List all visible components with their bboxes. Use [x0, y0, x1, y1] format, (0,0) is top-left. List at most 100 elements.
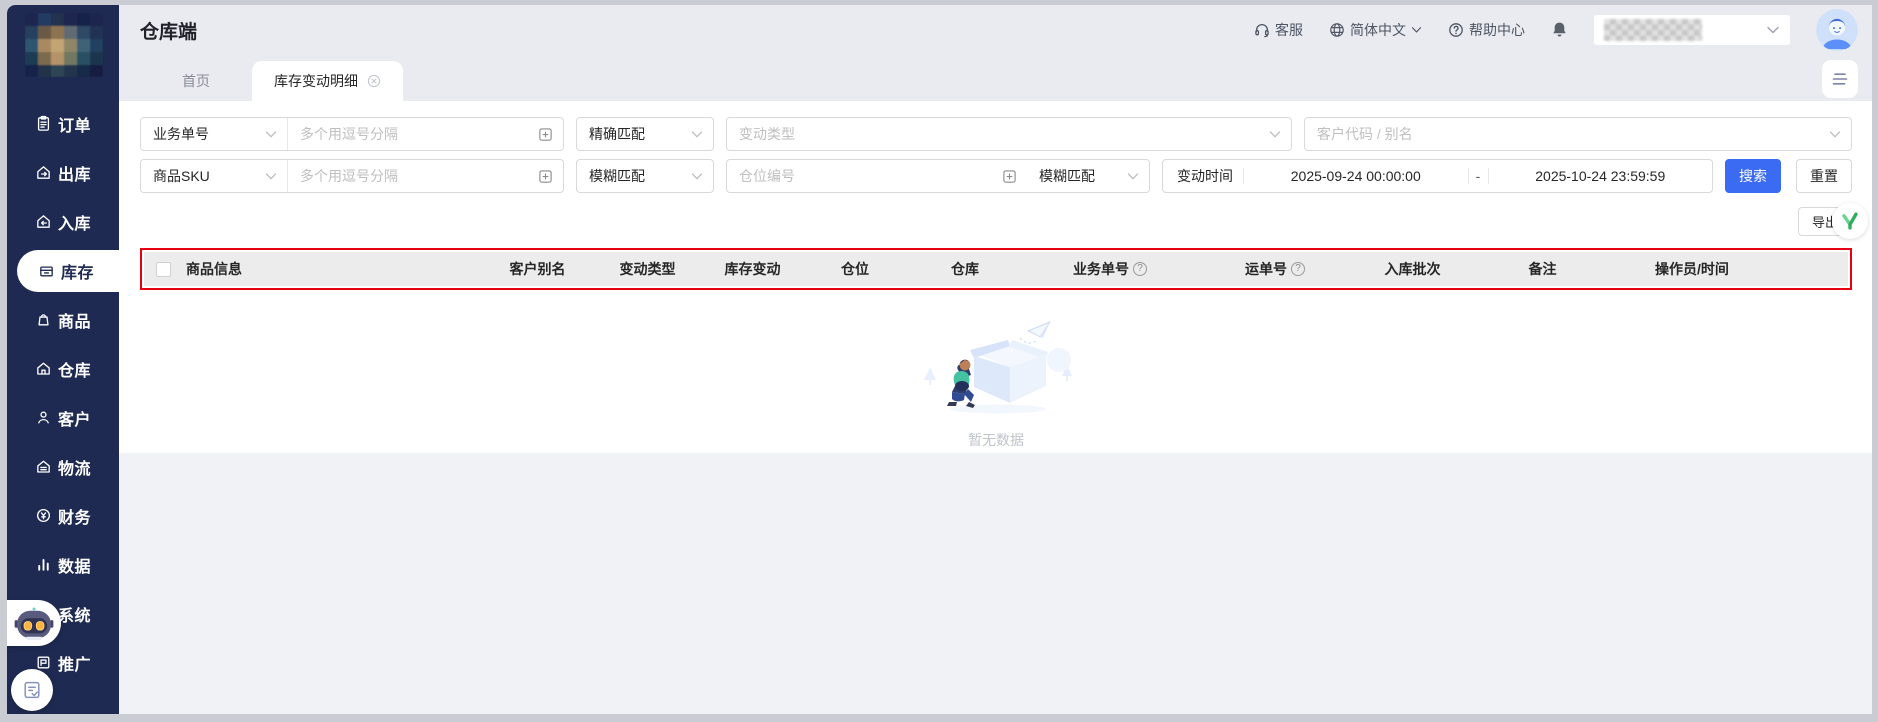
question-circle-icon — [1448, 22, 1464, 38]
match-mode-select-2[interactable]: 模糊匹配 — [576, 159, 714, 193]
outbound-icon — [35, 164, 52, 181]
language-switcher[interactable]: 简体中文 — [1329, 20, 1422, 40]
sidebar-item-label: 系统 — [58, 602, 91, 626]
column-product-info[interactable]: 商品信息 — [184, 259, 480, 279]
chevron-down-icon — [1411, 26, 1422, 34]
column-remark[interactable]: 备注 — [1470, 259, 1615, 279]
customer-code-select[interactable]: 客户代码 / 别名 — [1304, 117, 1852, 151]
sidebar-item-inventory[interactable]: 库存 — [17, 250, 119, 292]
sidebar-item-finance[interactable]: 财务 — [7, 491, 119, 540]
help-icon[interactable] — [1133, 262, 1147, 276]
column-operator-time[interactable]: 操作员/时间 — [1615, 259, 1848, 279]
globe-icon — [1329, 22, 1345, 38]
match-mode-select-1[interactable]: 精确匹配 — [576, 117, 714, 151]
sidebar-item-products[interactable]: 商品 — [7, 295, 119, 344]
page-title: 仓库端 — [140, 17, 197, 44]
sidebar-item-data[interactable]: 数据 — [7, 540, 119, 589]
batch-input-icon[interactable] — [1002, 169, 1017, 184]
notifications-button[interactable] — [1551, 21, 1568, 39]
content-card: 业务单号 精确匹配 变动类型 客户代码 / — [119, 101, 1872, 453]
customer-service-label: 客服 — [1275, 20, 1303, 40]
help-center-link[interactable]: 帮助中心 — [1448, 20, 1525, 40]
match-mode-value: 精确匹配 — [589, 124, 645, 144]
user-avatar[interactable] — [1816, 9, 1858, 51]
sidebar-item-label: 订单 — [58, 112, 91, 136]
change-type-select[interactable]: 变动类型 — [726, 117, 1292, 151]
tab-list-button[interactable] — [1822, 60, 1858, 98]
field1-input[interactable] — [300, 126, 530, 142]
bell-icon — [1551, 21, 1568, 39]
main-area: 仓库端 客服 简体中文 帮助中心 — [119, 5, 1872, 714]
tab-menu-icon — [1831, 72, 1849, 86]
sidebar-item-label: 仓库 — [58, 357, 91, 381]
match-mode-select-3[interactable]: 模糊匹配 — [1027, 160, 1149, 192]
sidebar-item-logistics[interactable]: 物流 — [7, 442, 119, 491]
field2-type-value: 商品SKU — [153, 166, 210, 186]
field2-input-wrap — [287, 160, 563, 192]
customer-code-placeholder: 客户代码 / 别名 — [1317, 124, 1413, 144]
data-icon — [35, 556, 52, 573]
bin-filter-group: 模糊匹配 — [726, 159, 1150, 193]
field1-type-select[interactable]: 业务单号 — [141, 118, 287, 150]
column-bin[interactable]: 仓位 — [805, 259, 905, 279]
chat-assistant-widget[interactable] — [7, 600, 61, 646]
sidebar-item-warehouses[interactable]: 仓库 — [7, 344, 119, 393]
batch-input-icon[interactable] — [538, 127, 553, 142]
sidebar-item-outbound[interactable]: 出库 — [7, 148, 119, 197]
sidebar: 订单 出库 入库 库存 — [7, 5, 119, 714]
topbar-actions: 客服 简体中文 帮助中心 — [1254, 9, 1858, 51]
column-business-number[interactable]: 业务单号 — [1025, 259, 1195, 279]
field2-input[interactable] — [300, 168, 530, 184]
logo-mosaic-image — [25, 13, 103, 77]
customer-icon — [35, 409, 52, 426]
robot-mascot-icon — [13, 606, 55, 640]
chevron-down-icon — [691, 130, 703, 139]
feedback-button[interactable] — [11, 669, 53, 711]
column-change-type[interactable]: 变动类型 — [595, 259, 700, 279]
filter-row-2: 商品SKU 模糊匹配 — [140, 159, 1852, 193]
chevron-down-icon — [265, 130, 277, 139]
chevron-down-icon — [265, 172, 277, 181]
sidebar-item-label: 推广 — [58, 651, 91, 675]
column-warehouse[interactable]: 仓库 — [905, 259, 1025, 279]
column-customer-alias[interactable]: 客户别名 — [480, 259, 595, 279]
sidebar-item-label: 财务 — [58, 504, 91, 528]
sidebar-item-orders[interactable]: 订单 — [7, 99, 119, 148]
inbound-icon — [35, 213, 52, 230]
time-end-value[interactable]: 2025-10-24 23:59:59 — [1488, 168, 1713, 184]
field1-type-value: 业务单号 — [153, 124, 209, 144]
batch-input-icon[interactable] — [538, 169, 553, 184]
time-range-picker[interactable]: 变动时间 2025-09-24 00:00:00 - 2025-10-24 23… — [1162, 159, 1713, 193]
tab-label: 首页 — [182, 71, 210, 91]
time-start-value[interactable]: 2025-09-24 00:00:00 — [1243, 168, 1468, 184]
column-tracking-number[interactable]: 运单号 — [1195, 259, 1355, 279]
sidebar-item-customers[interactable]: 客户 — [7, 393, 119, 442]
column-stock-change[interactable]: 库存变动 — [700, 259, 805, 279]
customer-service-link[interactable]: 客服 — [1254, 20, 1303, 40]
export-assistant-logo[interactable] — [1832, 203, 1868, 239]
help-icon[interactable] — [1291, 262, 1305, 276]
field2-type-select[interactable]: 商品SKU — [141, 160, 287, 192]
user-menu[interactable] — [1594, 15, 1790, 45]
page-background — [119, 453, 1872, 714]
sidebar-item-inbound[interactable]: 入库 — [7, 197, 119, 246]
search-button[interactable]: 搜索 — [1725, 159, 1781, 193]
tab-close-icon[interactable] — [367, 74, 381, 88]
finance-icon — [35, 507, 52, 524]
green-y-logo-icon — [1838, 209, 1862, 233]
table-header-row: 商品信息 客户别名 变动类型 库存变动 仓位 仓库 业务单号 运单号 入库批次 … — [144, 252, 1848, 286]
match-mode-value: 模糊匹配 — [589, 166, 645, 186]
sidebar-item-label: 数据 — [58, 553, 91, 577]
tab-inventory-change-detail[interactable]: 库存变动明细 — [252, 61, 403, 101]
business-number-filter-group: 业务单号 — [140, 117, 564, 151]
reset-button[interactable]: 重置 — [1796, 159, 1852, 193]
filter-row-1: 业务单号 精确匹配 变动类型 客户代码 / — [140, 117, 1852, 151]
sidebar-item-label: 客户 — [58, 406, 91, 430]
select-all-checkbox[interactable] — [156, 262, 171, 277]
tab-home[interactable]: 首页 — [140, 61, 252, 101]
sidebar-item-label: 物流 — [58, 455, 91, 479]
column-inbound-batch[interactable]: 入库批次 — [1355, 259, 1470, 279]
sidebar-item-label: 出库 — [58, 161, 91, 185]
sidebar-item-label: 商品 — [58, 308, 91, 332]
bin-number-input[interactable] — [739, 168, 994, 184]
